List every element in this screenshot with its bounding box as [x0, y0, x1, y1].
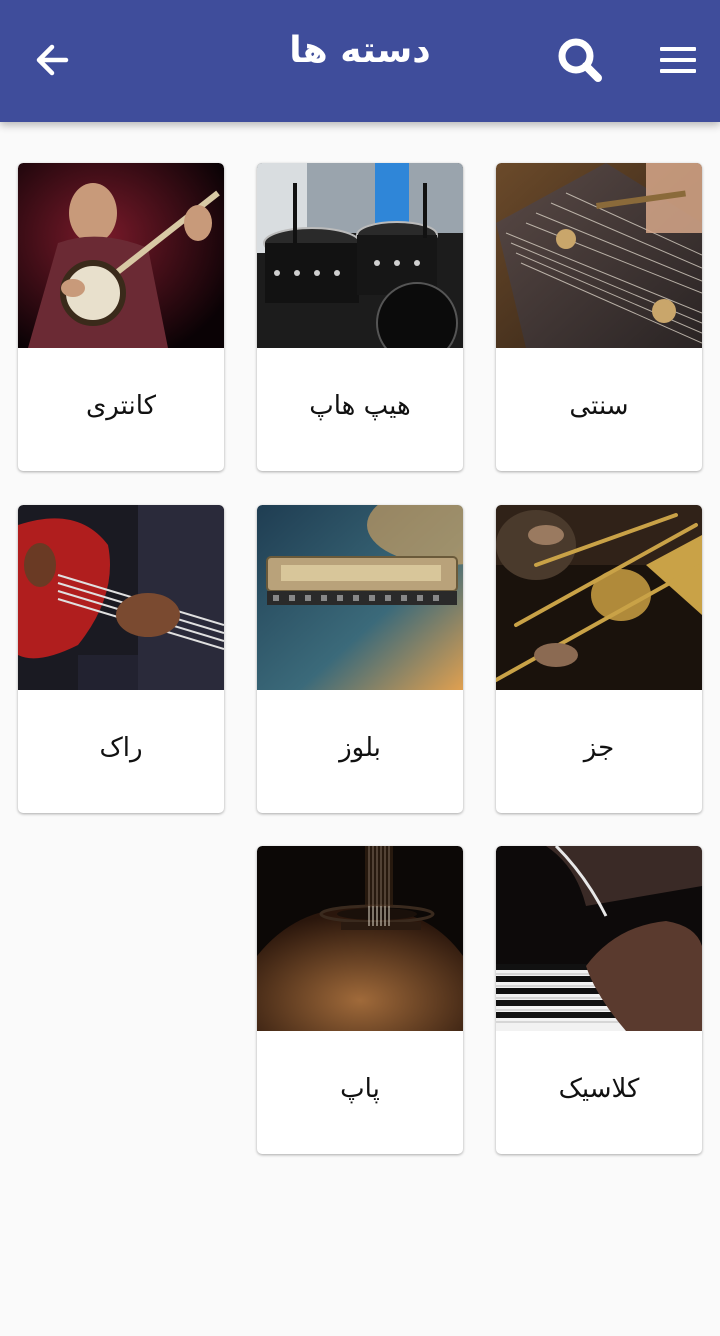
category-card-classical[interactable]: کلاسیک — [496, 846, 702, 1154]
category-label: کانتری — [85, 391, 157, 421]
search-button[interactable] — [548, 28, 612, 92]
category-label: پاپ — [340, 1074, 380, 1104]
category-card-traditional[interactable]: سنتی — [496, 163, 702, 471]
category-card-rock[interactable]: راک — [18, 505, 224, 813]
category-card-pop[interactable]: پاپ — [257, 846, 463, 1154]
category-label: بلوز — [339, 733, 381, 763]
page-title: دسته ها — [289, 30, 431, 71]
search-icon — [558, 38, 602, 82]
menu-button[interactable] — [646, 28, 710, 92]
category-card-country[interactable]: کانتری — [18, 163, 224, 471]
category-image-piano — [496, 846, 702, 1031]
category-image-santoor — [496, 163, 702, 348]
category-image-harmonica — [257, 505, 463, 690]
hamburger-menu-icon — [660, 47, 696, 73]
app-bar: دسته ها — [0, 0, 720, 122]
category-image-bass-guitar — [18, 505, 224, 690]
category-image-drums — [257, 163, 463, 348]
category-card-hiphop[interactable]: هیپ هاپ — [257, 163, 463, 471]
category-label: کلاسیک — [558, 1074, 640, 1104]
category-grid: سنتی هیپ هاپ کانتری جز بلوز راک کلاسیک پ… — [0, 0, 720, 1336]
category-label: سنتی — [569, 391, 629, 421]
category-image-trombone — [496, 505, 702, 690]
category-label: هیپ هاپ — [309, 391, 411, 421]
category-image-banjo-player — [18, 163, 224, 348]
category-label: جز — [583, 733, 615, 763]
category-label: راک — [99, 733, 143, 763]
category-card-blues[interactable]: بلوز — [257, 505, 463, 813]
category-image-acoustic-guitar — [257, 846, 463, 1031]
category-card-jazz[interactable]: جز — [496, 505, 702, 813]
